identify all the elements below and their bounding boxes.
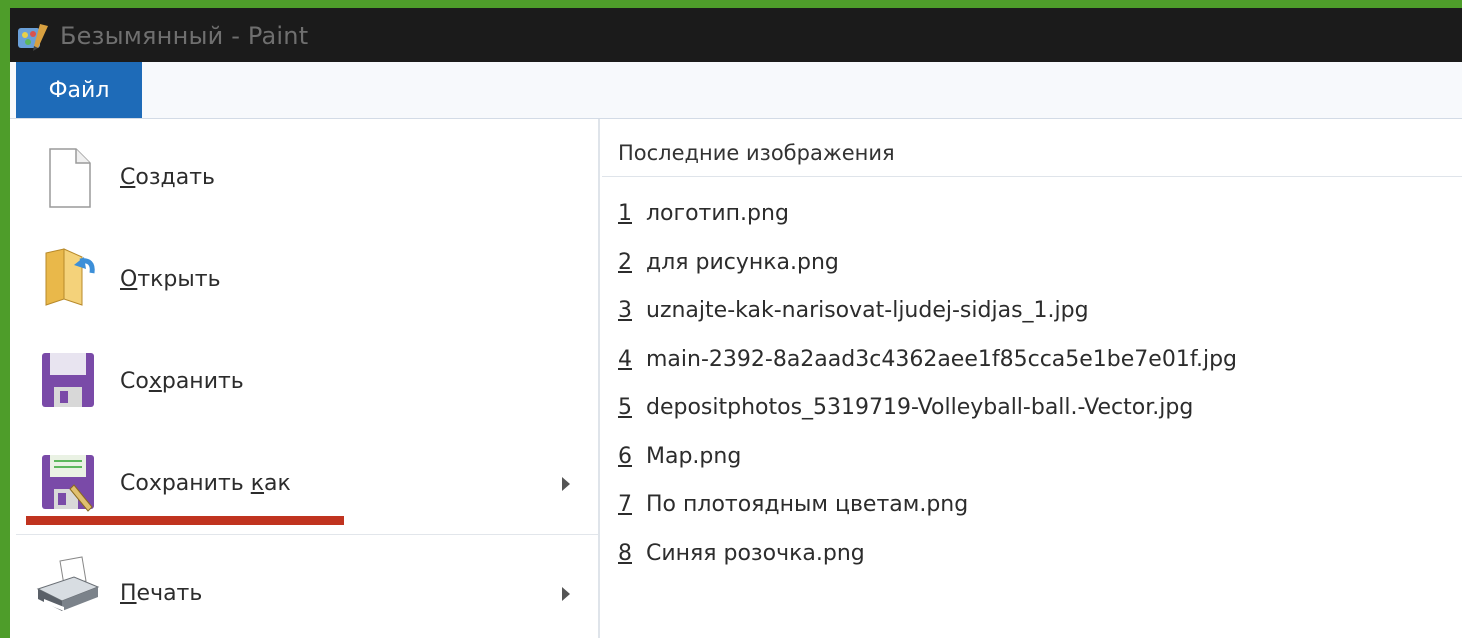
menu-item-open[interactable]: Открыть [16, 231, 598, 331]
recent-separator [602, 176, 1462, 177]
menu-divider [598, 119, 600, 638]
recent-item[interactable]: 7 По плотоядным цветам.png [618, 492, 968, 528]
printer-icon [36, 556, 100, 611]
window-title: Безымянный - Paint [60, 22, 309, 50]
recent-item[interactable]: 3 uznajte-kak-narisovat-ljudej-sidjas_1.j… [618, 298, 1089, 334]
open-folder-icon [45, 248, 95, 306]
recent-item[interactable]: 2 для рисунка.png [618, 250, 839, 286]
menu-item-save[interactable]: Сохранить [16, 333, 598, 433]
menu-item-label: Сохранить [120, 369, 244, 394]
menu-separator [16, 534, 598, 535]
menu-item-label: Сохранить как [120, 471, 291, 496]
menu-item-print[interactable]: Печать [16, 541, 598, 638]
menu-item-label: Печать [120, 581, 203, 606]
menu-item-new[interactable]: Создать [16, 129, 598, 229]
title-bar[interactable]: Безымянный - Paint [10, 8, 1462, 62]
menu-item-label: Открыть [120, 267, 221, 292]
file-tab[interactable]: Файл [16, 62, 142, 118]
ribbon-bar: Файл [10, 62, 1462, 119]
recent-images-title: Последние изображения [618, 141, 895, 165]
submenu-arrow-icon [562, 587, 570, 601]
recent-item[interactable]: 4 main-2392-8a2aad3c4362aee1f85cca5e1be7e… [618, 347, 1237, 383]
recent-images-panel: Последние изображения 1 логотип.png 2 для … [602, 119, 1462, 638]
recent-item[interactable]: 1 логотип.png [618, 201, 789, 237]
highlight-underline [26, 516, 344, 525]
submenu-arrow-icon [562, 477, 570, 491]
new-document-icon [49, 148, 91, 208]
recent-item[interactable]: 5 depositphotos_5319719-Volleyball-ball.-… [618, 395, 1193, 431]
recent-item[interactable]: 6 Map.png [618, 444, 741, 480]
file-menu: Создать Открыть Сохранить Сохранить как … [16, 119, 598, 638]
save-as-icon [42, 455, 94, 512]
paint-app-icon [18, 24, 48, 51]
paint-window: Безымянный - Paint Файл Создать Открыть [10, 8, 1462, 638]
menu-item-label: Создать [120, 165, 216, 190]
recent-item[interactable]: 8 Синяя розочка.png [618, 541, 865, 577]
save-disk-icon [42, 353, 94, 407]
